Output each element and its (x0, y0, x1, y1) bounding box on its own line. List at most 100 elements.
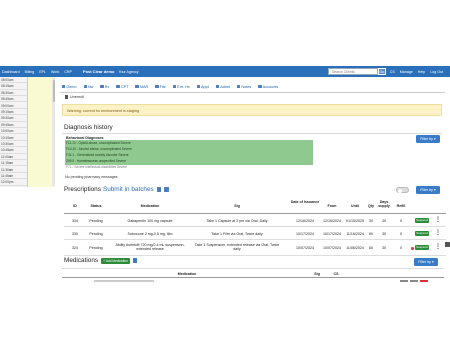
toolbar-mar[interactable]: MAR (135, 85, 148, 89)
time-slot[interactable]: 08:30am (0, 90, 27, 96)
prescriptions-filter-button[interactable]: Filter by ▾ (416, 186, 440, 194)
person-icon (62, 84, 66, 89)
toolbar-nw[interactable]: Nw (83, 85, 93, 89)
rx-status: Pending (89, 246, 103, 250)
diagnosis-item: F71 - Severe intellectual disabilities S… (66, 165, 127, 169)
rx-until: 11/16/2024 (346, 232, 364, 236)
col-qty: Qty (368, 204, 374, 208)
rx-medication: Suboxone 2 mg-0.5 mg, film (127, 232, 173, 236)
nav-cs[interactable]: CS (390, 70, 395, 74)
nav-logout[interactable]: Log Out (430, 70, 443, 74)
time-slot[interactable]: 08:45am (0, 96, 27, 103)
rx-id: 324 (72, 246, 78, 250)
nav-billing[interactable]: Billing (25, 70, 35, 74)
toolbar-enr[interactable]: Enr. Hx (172, 85, 190, 89)
diagnosis-item: F41.1 - Generalized anxiety disorder Sev… (66, 153, 129, 157)
time-slot[interactable]: 09:15am (0, 109, 27, 116)
table-row[interactable] (64, 280, 444, 284)
client-name[interactable]: Post Clear demo (83, 69, 115, 74)
time-slot[interactable]: 09:45am (0, 122, 27, 128)
nav-epl[interactable]: EPL (39, 70, 46, 74)
sidebar-scrollbar-thumb[interactable] (52, 80, 55, 102)
toolbar-cpt[interactable]: CPT (116, 85, 128, 89)
toolbar-appt-label: Appt (201, 84, 209, 89)
rx-days: 30 (382, 219, 386, 223)
rx-refill: 0 (400, 246, 402, 250)
suspend-button[interactable]: Suspend (415, 218, 429, 223)
notes-icon (236, 84, 241, 89)
diagnosis-filter-button[interactable]: Filter by ▾ (416, 135, 440, 143)
time-slot[interactable]: 08:00am (0, 77, 27, 84)
time-slot[interactable]: 11:15am (0, 160, 27, 167)
time-slot[interactable]: 11:45am (0, 173, 27, 180)
toolbar-accounts[interactable]: Accounts (258, 85, 278, 89)
faint-row-content (94, 280, 154, 282)
table-row[interactable]: 334 Pending Gabapentin 100 mg capsule Ta… (64, 215, 446, 227)
toolbar-rx[interactable]: Rx (100, 85, 109, 89)
nav-work[interactable]: Work (51, 70, 59, 74)
folder-icon (155, 84, 159, 89)
time-slot[interactable]: 08:15am (0, 83, 27, 90)
toolbar-admit[interactable]: Admit (215, 84, 230, 89)
top-navbar: Dashboard Billing EPL Work CRP Post Clea… (0, 66, 450, 77)
nav-dashboard[interactable]: Dashboard (2, 70, 20, 74)
med-col-sig: Sig (314, 272, 320, 276)
suspend-button[interactable]: Suspend (415, 245, 429, 250)
schedule-column[interactable] (27, 77, 55, 187)
print-icon[interactable] (156, 187, 162, 192)
diagnosis-item: F10.10 - Alcohol abuse, uncomplicated Se… (66, 147, 132, 151)
rx-refill: 0 (400, 219, 402, 223)
medications-filter-button[interactable]: Filter by ▾ (414, 258, 438, 266)
time-slot[interactable]: 11:00am (0, 154, 27, 160)
time-slot[interactable]: 11:30am (0, 167, 27, 173)
nav-crp[interactable]: CRP (64, 70, 72, 74)
toolbar-cpt-label: CPT (120, 84, 129, 89)
prescriptions-title: Prescriptions Submit in batches (64, 186, 169, 193)
rx-medication: Abilify Asimtufii 720 mg/2.4 mL suspensi… (115, 243, 185, 251)
toolbar-demo[interactable]: Demo (62, 85, 77, 89)
rx-issued: 10/17/2024 (296, 232, 314, 236)
add-medication-button[interactable]: + Add Medication (101, 257, 130, 264)
document-icon (116, 84, 120, 89)
nav-help[interactable]: Help (418, 70, 425, 74)
toolbar-divider (60, 92, 445, 93)
rx-qty: 30 (369, 219, 373, 223)
suspend-button[interactable]: Suspend (415, 231, 429, 236)
user-plus-icon (215, 84, 220, 89)
time-slot[interactable]: 09:00am (0, 103, 27, 109)
rx-from: 12/16/2024 (323, 219, 341, 223)
more-options-icon[interactable]: ⋮ (435, 243, 441, 250)
prescriptions-filter-label: Filter by (420, 188, 433, 192)
diagnosis-list: F11.10 - Opioid abuse, uncomplicated Sev… (65, 140, 313, 165)
nav-manage[interactable]: Manage (400, 70, 413, 74)
download-icon[interactable] (164, 187, 169, 192)
med-col-medication: Medication (177, 272, 197, 276)
side-panel-toggle-icon[interactable] (445, 242, 450, 247)
submit-in-batches-link[interactable]: Submit in batches (103, 186, 154, 193)
toolbar-appt[interactable]: Appt (196, 84, 209, 89)
medications-filter-label: Filter by (418, 260, 431, 264)
time-slot[interactable]: 10:45am (0, 147, 27, 154)
toolbar-notes[interactable]: Notes (236, 84, 251, 89)
toolbar-file[interactable]: File (155, 85, 166, 89)
search-input[interactable]: Search Clients (327, 68, 378, 75)
time-slot[interactable]: 10:30am (0, 141, 27, 148)
rx-qty: 60 (369, 232, 373, 236)
time-slot[interactable]: 12:00pm (0, 179, 27, 186)
time-slot[interactable]: 10:15am (0, 135, 27, 141)
table-row[interactable]: 330 Pending Suboxone 2 mg-0.5 mg, film T… (64, 228, 446, 240)
col-status: Status (90, 204, 102, 208)
more-options-icon[interactable]: ⋮ (435, 229, 441, 236)
prescriptions-toggle[interactable] (396, 187, 409, 193)
pill-icon (100, 84, 104, 89)
table-row[interactable]: 324 Pending Abilify Asimtufii 720 mg/2.4… (64, 241, 446, 256)
agency-name[interactable]: Your Agency (118, 70, 138, 74)
time-slot[interactable]: 09:30am (0, 115, 27, 122)
more-options-icon[interactable]: ⋮ (435, 216, 441, 223)
time-slot[interactable]: 10:00am (0, 128, 27, 135)
rx-issued: 12/16/2024 (296, 219, 314, 223)
unenroll-link[interactable]: Unenroll (65, 95, 84, 99)
search-go-button[interactable]: Go (377, 68, 386, 75)
trash-icon[interactable] (132, 258, 138, 263)
col-sig: Sig (234, 204, 240, 208)
